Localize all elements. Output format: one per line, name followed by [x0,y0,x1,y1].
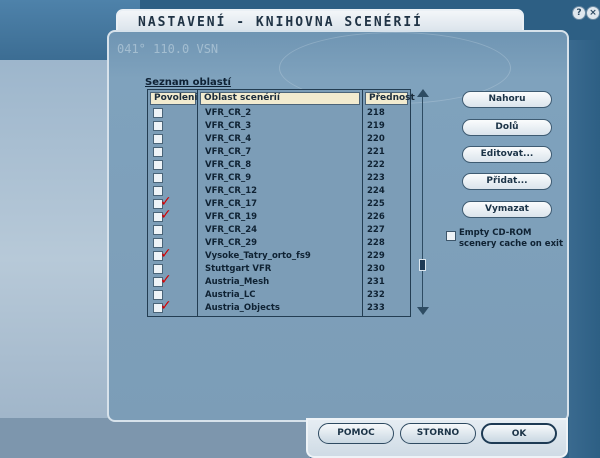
row-priority: 219 [367,121,385,131]
table-row[interactable]: VFR_CR_4 220 [148,133,410,146]
table-row[interactable]: VFR_CR_8 222 [148,159,410,172]
table-row[interactable]: VFR_CR_9 223 [148,172,410,185]
row-priority: 229 [367,251,385,261]
table-row[interactable]: ✓ Austria_Objects 233 [148,299,410,315]
row-name: VFR_CR_24 [205,225,258,235]
row-name: VFR_CR_9 [205,173,252,183]
row-enabled-checkbox[interactable]: ✓ [153,247,172,261]
table-row[interactable]: VFR_CR_24 227 [148,224,410,237]
scroll-down-arrow[interactable] [417,307,429,315]
row-priority: 221 [367,147,385,157]
checkmark-icon: ✓ [160,298,172,314]
row-priority: 223 [367,173,385,183]
row-enabled-checkbox[interactable] [153,173,163,183]
close-icon[interactable]: × [586,6,600,20]
row-name: Vysoke_Tatry_orto_fs9 [205,251,311,261]
row-priority: 228 [367,238,385,248]
row-enabled-checkbox[interactable] [153,121,163,131]
row-priority: 224 [367,186,385,196]
help-icon[interactable]: ? [572,6,586,20]
header-name[interactable]: Oblast scenérií [200,92,360,105]
help-button[interactable]: POMOC [318,423,394,444]
row-enabled-checkbox[interactable] [153,225,163,235]
table-row[interactable]: ✓ VFR_CR_19 226 [148,208,410,224]
table-row[interactable]: Austria_LC 232 [148,289,410,302]
row-priority: 230 [367,264,385,274]
delete-button[interactable]: Vymazat [462,201,552,218]
decorative-readout: 041° 110.0 VSN [117,42,219,56]
row-priority: 225 [367,199,385,209]
row-enabled-checkbox[interactable] [153,160,163,170]
table-row[interactable]: Stuttgart VFR 230 [148,263,410,276]
table-row[interactable]: ✓ VFR_CR_17 225 [148,195,410,211]
ok-button[interactable]: OK [481,423,557,444]
cancel-button[interactable]: STORNO [400,423,476,444]
table-row[interactable]: VFR_CR_7 221 [148,146,410,159]
edit-button[interactable]: Editovat... [462,146,552,163]
add-button[interactable]: Přidat... [462,173,552,190]
row-name: Austria_Mesh [205,277,270,287]
checkmark-icon: ✓ [160,272,172,288]
table-row[interactable]: VFR_CR_12 224 [148,185,410,198]
scenery-area-table: Povolení Oblast scenérií Přednost VFR_CR… [147,89,415,317]
row-name: VFR_CR_12 [205,186,258,196]
header-enabled[interactable]: Povolení [150,92,198,105]
table-row[interactable]: ✓ Vysoke_Tatry_orto_fs9 229 [148,247,410,263]
row-enabled-checkbox[interactable] [153,134,163,144]
row-name: VFR_CR_29 [205,238,258,248]
row-name: VFR_CR_17 [205,199,258,209]
table-row[interactable]: VFR_CR_3 219 [148,120,410,133]
row-name: VFR_CR_8 [205,160,252,170]
row-enabled-checkbox[interactable] [153,147,163,157]
row-priority: 222 [367,160,385,170]
bottom-left-backdrop [0,418,310,458]
window-title: NASTAVENÍ - KNIHOVNA SCENÉRIÍ [138,15,423,30]
scenery-library-dialog: 041° 110.0 VSN Seznam oblastí Povolení O… [107,30,569,422]
list-caption: Seznam oblastí [145,77,231,88]
row-priority: 218 [367,108,385,118]
scrollbar-thumb[interactable] [419,259,426,271]
row-priority: 231 [367,277,385,287]
row-name: VFR_CR_19 [205,212,258,222]
row-priority: 227 [367,225,385,235]
scrollbar-track[interactable] [422,95,423,307]
row-enabled-checkbox[interactable]: ✓ [153,208,172,222]
row-priority: 220 [367,134,385,144]
row-name: VFR_CR_3 [205,121,252,131]
row-name: Stuttgart VFR [205,264,272,274]
scroll-up-arrow[interactable] [417,89,429,97]
row-priority: 232 [367,290,385,300]
move-up-button[interactable]: Nahoru [462,91,552,108]
row-name: Austria_Objects [205,303,280,313]
table-row[interactable]: VFR_CR_2 218 [148,107,410,120]
row-name: Austria_LC [205,290,256,300]
table-row[interactable]: ✓ Austria_Mesh 231 [148,273,410,289]
checkmark-icon: ✓ [160,246,172,262]
right-backdrop [569,40,600,458]
row-priority: 233 [367,303,385,313]
checkmark-icon: ✓ [160,207,172,223]
cdrom-cache-checkbox[interactable] [446,231,456,241]
row-name: VFR_CR_4 [205,134,252,144]
header-priority[interactable]: Přednost [365,92,415,105]
row-enabled-checkbox[interactable]: ✓ [153,299,172,313]
row-name: VFR_CR_7 [205,147,252,157]
row-enabled-checkbox[interactable] [153,108,163,118]
row-priority: 226 [367,212,385,222]
table-row[interactable]: VFR_CR_29 228 [148,237,410,250]
move-down-button[interactable]: Dolů [462,119,552,136]
row-enabled-checkbox[interactable]: ✓ [153,273,172,287]
row-name: VFR_CR_2 [205,108,252,118]
cdrom-cache-label: Empty CD-ROM scenery cache on exit [459,228,564,249]
